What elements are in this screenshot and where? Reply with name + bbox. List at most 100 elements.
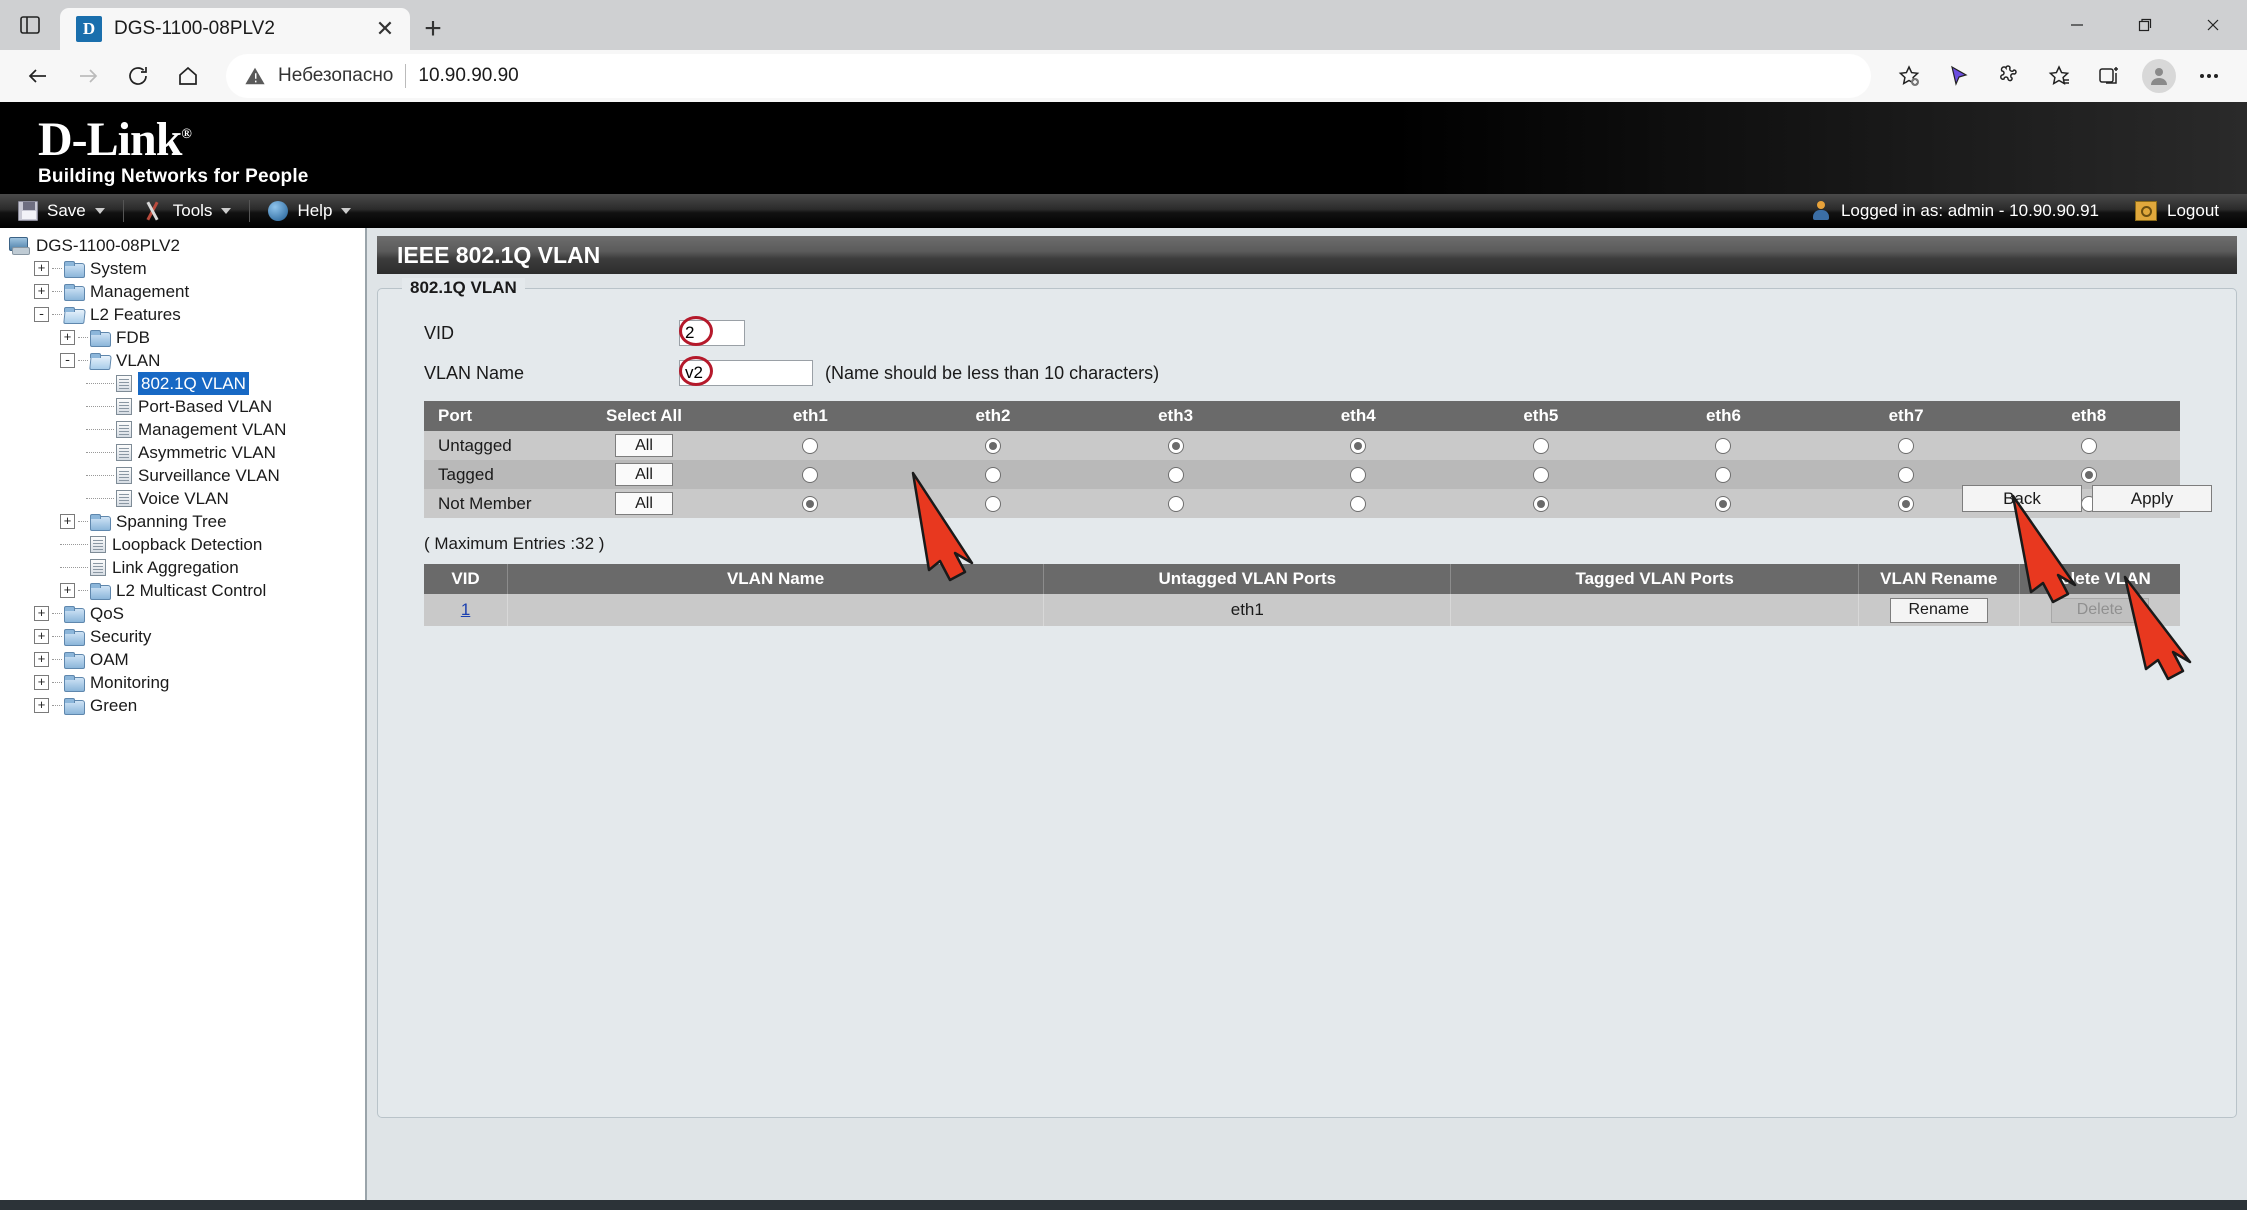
sidebar-item-fdb[interactable]: + FDB: [0, 326, 365, 349]
close-tab-icon[interactable]: ✕: [370, 14, 400, 44]
radio-eth3-not-member[interactable]: [1167, 496, 1184, 513]
expand-icon[interactable]: +: [34, 629, 49, 644]
home-icon[interactable]: [166, 54, 210, 98]
select-all-button-not-member[interactable]: All: [615, 492, 673, 515]
expand-icon[interactable]: +: [34, 284, 49, 299]
vlan-rename-cell: Rename: [1857, 594, 2020, 626]
more-options-icon[interactable]: [2187, 54, 2231, 98]
profile-avatar-icon[interactable]: [2137, 54, 2181, 98]
close-window-icon[interactable]: [2179, 0, 2247, 50]
apply-button[interactable]: Apply: [2092, 485, 2212, 512]
sidebar-item-oam[interactable]: + OAM: [0, 648, 365, 671]
sidebar-item-port-based-vlan[interactable]: Port-Based VLAN: [0, 395, 365, 418]
radio-eth6-tagged[interactable]: [1715, 467, 1732, 484]
reload-icon[interactable]: [116, 54, 160, 98]
radio-eth4-not-member[interactable]: [1350, 496, 1367, 513]
form-action-buttons: Back Apply: [1962, 485, 2212, 512]
vid-input[interactable]: [679, 320, 745, 346]
port-row-label: Untagged: [424, 431, 569, 460]
sidebar-item-l2-multicast-control[interactable]: + L2 Multicast Control: [0, 579, 365, 602]
sidebar-item-dgs-1100-08plv2[interactable]: DGS-1100-08PLV2: [0, 234, 365, 257]
vlan-vid-link[interactable]: 1: [461, 600, 470, 619]
port-col-header-eth8: eth8: [1997, 401, 2180, 431]
back-icon[interactable]: [16, 54, 60, 98]
collapse-icon[interactable]: -: [60, 353, 75, 368]
sidebar-item-vlan[interactable]: - VLAN: [0, 349, 365, 372]
sidebar-item-management-vlan[interactable]: Management VLAN: [0, 418, 365, 441]
expand-icon[interactable]: +: [34, 261, 49, 276]
radio-eth8-untagged[interactable]: [2080, 438, 2097, 455]
port-col-header-eth5: eth5: [1449, 401, 1633, 431]
tree-connector: [60, 567, 88, 568]
tab-search-icon[interactable]: [0, 0, 60, 50]
port-col-header-select-all: Select All: [569, 401, 719, 431]
sidebar-item-loopback-detection[interactable]: Loopback Detection: [0, 533, 365, 556]
expand-icon[interactable]: +: [34, 698, 49, 713]
back-button[interactable]: Back: [1962, 485, 2082, 512]
menu-help[interactable]: Help: [250, 194, 369, 228]
sidebar-item-spanning-tree[interactable]: + Spanning Tree: [0, 510, 365, 533]
sidebar-item-voice-vlan[interactable]: Voice VLAN: [0, 487, 365, 510]
sidebar-item-l2-features[interactable]: - L2 Features: [0, 303, 365, 326]
expand-icon[interactable]: +: [60, 330, 75, 345]
radio-eth2-untagged[interactable]: [984, 438, 1001, 455]
dlink-banner: D-Link® Building Networks for People: [0, 102, 2247, 194]
radio-eth8-tagged[interactable]: [2080, 467, 2097, 484]
sidebar-item-qos[interactable]: + QoS: [0, 602, 365, 625]
radio-eth7-tagged[interactable]: [1898, 467, 1915, 484]
logout-button[interactable]: Logout: [2167, 201, 2247, 221]
sidebar-item-802-1q-vlan[interactable]: 802.1Q VLAN: [0, 372, 365, 395]
expand-icon[interactable]: +: [34, 675, 49, 690]
menu-save[interactable]: Save: [0, 194, 123, 228]
sidebar-item-management[interactable]: + Management: [0, 280, 365, 303]
radio-eth2-not-member[interactable]: [984, 496, 1001, 513]
expand-icon[interactable]: +: [34, 606, 49, 621]
radio-eth6-untagged[interactable]: [1715, 438, 1732, 455]
radio-eth3-tagged[interactable]: [1167, 467, 1184, 484]
radio-eth3-untagged[interactable]: [1167, 438, 1184, 455]
sidebar-item-asymmetric-vlan[interactable]: Asymmetric VLAN: [0, 441, 365, 464]
content-split: DGS-1100-08PLV2 + System + Management - L2 Fea…: [0, 228, 2247, 1210]
split-screen-icon[interactable]: [2087, 54, 2131, 98]
radio-eth5-tagged[interactable]: [1532, 467, 1549, 484]
radio-eth4-tagged[interactable]: [1350, 467, 1367, 484]
radio-eth1-tagged[interactable]: [802, 467, 819, 484]
forward-icon[interactable]: [66, 54, 110, 98]
select-all-button-tagged[interactable]: All: [615, 463, 673, 486]
sidebar-item-security[interactable]: + Security: [0, 625, 365, 648]
add-favorite-icon[interactable]: [1887, 54, 1931, 98]
expand-icon[interactable]: +: [60, 583, 75, 598]
sidebar-item-monitoring[interactable]: + Monitoring: [0, 671, 365, 694]
rename-button[interactable]: Rename: [1889, 597, 1988, 623]
expand-icon[interactable]: +: [34, 652, 49, 667]
sidebar-item-surveillance-vlan[interactable]: Surveillance VLAN: [0, 464, 365, 487]
radio-eth5-not-member[interactable]: [1532, 496, 1549, 513]
menu-tools[interactable]: Tools: [124, 194, 250, 228]
sidebar-item-system[interactable]: + System: [0, 257, 365, 280]
sidebar-item-green[interactable]: + Green: [0, 694, 365, 717]
maximize-icon[interactable]: [2111, 0, 2179, 50]
browser-tab[interactable]: D DGS-1100-08PLV2 ✕: [60, 8, 410, 50]
radio-eth7-not-member[interactable]: [1898, 496, 1915, 513]
radio-eth5-untagged[interactable]: [1532, 438, 1549, 455]
new-tab-icon[interactable]: +: [410, 8, 456, 50]
expand-icon[interactable]: +: [60, 514, 75, 529]
panel-legend: 802.1Q VLAN: [402, 278, 525, 298]
browser-essentials-icon[interactable]: [1987, 54, 2031, 98]
radio-eth4-untagged[interactable]: [1350, 438, 1367, 455]
collapse-icon[interactable]: -: [34, 307, 49, 322]
sidebar-item-link-aggregation[interactable]: Link Aggregation: [0, 556, 365, 579]
collections-icon[interactable]: [2037, 54, 2081, 98]
vlan-name-input[interactable]: [679, 360, 813, 386]
navigation-sidebar[interactable]: DGS-1100-08PLV2 + System + Management - L2 Fea…: [0, 228, 367, 1210]
select-all-button-untagged[interactable]: All: [615, 434, 673, 457]
radio-eth1-not-member[interactable]: [802, 496, 819, 513]
address-bar[interactable]: Небезопасно 10.90.90.90: [226, 54, 1871, 98]
minimize-icon[interactable]: [2043, 0, 2111, 50]
copilot-icon[interactable]: [1937, 54, 1981, 98]
radio-eth2-tagged[interactable]: [984, 467, 1001, 484]
tree-connector: [52, 636, 62, 637]
radio-eth7-untagged[interactable]: [1898, 438, 1915, 455]
radio-eth1-untagged[interactable]: [802, 438, 819, 455]
radio-eth6-not-member[interactable]: [1715, 496, 1732, 513]
